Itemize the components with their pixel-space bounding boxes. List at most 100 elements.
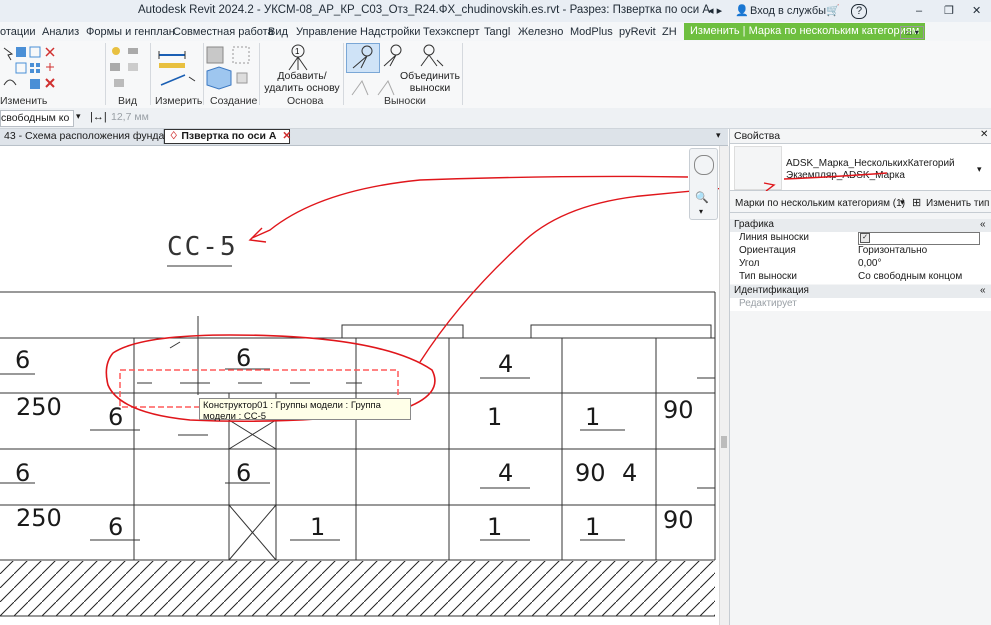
close-button[interactable]: ✕ [972, 2, 981, 20]
section-view-icon: ♢ [169, 130, 179, 142]
leader-disabled-icons [351, 79, 395, 96]
section-title[interactable]: СС-5 [167, 232, 238, 262]
tag-label[interactable]: 6 [236, 344, 251, 372]
tab-zhelezno[interactable]: Железно [518, 24, 563, 40]
tag-label[interactable]: 6 [15, 346, 30, 374]
tag-label[interactable]: 4 [498, 350, 513, 378]
group-identity[interactable]: Идентификация « [730, 285, 991, 298]
tag-label[interactable]: 90 [575, 459, 606, 487]
tab-collaborate[interactable]: Совместная работа [173, 24, 274, 40]
tab-modplus[interactable]: ModPlus [570, 24, 613, 40]
close-icon[interactable]: ✕ [980, 129, 988, 140]
vertical-scrollbar[interactable] [719, 146, 729, 625]
hover-tooltip: Конструктор01 : Группы модели : Группа м… [199, 398, 411, 422]
leader-length-field[interactable]: 12,7 мм [111, 111, 149, 123]
tag-label[interactable]: 250 [16, 504, 62, 532]
ribbon: Изменить Вид Измерить Создание 1 Добавит… [0, 41, 991, 109]
group-label: Графика [734, 219, 774, 230]
tab-annotate[interactable]: отации [0, 24, 36, 40]
help-button[interactable]: ? [851, 4, 867, 19]
chevron-down-icon[interactable]: ▾ [900, 197, 905, 208]
property-row: Тип выноски Со свободным концом [730, 271, 991, 284]
tag-label[interactable]: 4 [622, 459, 637, 487]
tab-analysis[interactable]: Анализ [42, 24, 79, 40]
measure-tools-icon[interactable] [155, 45, 201, 91]
add-remove-host-icon[interactable]: 1 [283, 44, 313, 72]
separator [462, 43, 463, 105]
user-icon[interactable]: 👤 [735, 2, 749, 20]
leader-line-checkbox[interactable]: ✓ [860, 233, 870, 243]
tag-label[interactable]: 1 [487, 513, 502, 541]
view-tab-bar: 43 - Схема расположения фундам... ♢ Пзве… [0, 129, 728, 146]
group-graphics[interactable]: Графика « [730, 219, 991, 232]
tab-pyrevit[interactable]: pyRevit [619, 24, 656, 40]
instance-selector-bar: Марки по нескольким категориям (1) ▾ ⊞ И… [730, 195, 991, 213]
minimize-button[interactable]: – [916, 2, 922, 20]
tag-label[interactable]: 6 [108, 403, 123, 431]
restore-button[interactable]: ❐ [944, 2, 954, 20]
chevron-down-icon[interactable]: ▾ [76, 111, 81, 122]
merge-leaders-icon[interactable] [415, 44, 445, 70]
drawing-canvas[interactable]: СС-5 6 6 4 250 6 1 1 90 6 6 4 90 4 250 6… [0, 146, 719, 625]
property-key: Редактирует [739, 298, 797, 309]
view-tab-foundation-plan[interactable]: 43 - Схема расположения фундам... [0, 129, 180, 144]
add-remove-host-button[interactable]: Добавить/удалить основу [262, 70, 342, 94]
navigation-bar: 🔍 ▾ [689, 148, 718, 220]
leader-type-dropdown[interactable]: свободным ко [0, 110, 74, 127]
cart-icon[interactable]: 🛒 [826, 2, 840, 20]
chevron-down-icon[interactable]: ▾ [977, 164, 982, 175]
edit-type-button[interactable]: Изменить тип [926, 198, 989, 209]
tab-modify-multicategory-tag[interactable]: Изменить | Марка по нескольким категория… [684, 23, 926, 40]
property-key: Ориентация [739, 245, 796, 256]
panel-label-measure: Измерить [155, 95, 203, 107]
chevron-down-icon[interactable]: ▾ [699, 207, 703, 216]
tag-label[interactable]: 90 [663, 396, 694, 424]
tab-massing[interactable]: Формы и генплан [86, 24, 175, 40]
tag-label[interactable]: 250 [16, 393, 62, 421]
leader-tool-active-button[interactable] [346, 43, 380, 73]
create-tools-icon[interactable] [203, 45, 257, 91]
modify-tools-icon[interactable] [2, 45, 72, 93]
zoom-icon[interactable]: 🔍 [695, 191, 709, 204]
property-row: Редактирует [730, 298, 991, 311]
scrollbar-thumb[interactable] [721, 436, 727, 448]
properties-panel: Свойства ✕ ADSK_Марка_НесколькихКатегори… [729, 129, 991, 625]
tab-tangl[interactable]: Tangl [484, 24, 510, 40]
panel-label-leaders: Выноски [384, 95, 426, 107]
collapse-icon[interactable]: « [980, 285, 986, 296]
separator [343, 43, 344, 105]
ribbon-toggle-icon[interactable]: ▭ ▾ [900, 26, 924, 39]
tab-addins[interactable]: Надстройки [360, 24, 420, 40]
property-value[interactable]: Горизонтально [858, 245, 927, 256]
tab-manage[interactable]: Управление [296, 24, 357, 40]
tag-label[interactable]: 6 [236, 459, 251, 487]
panel-label-view: Вид [118, 95, 137, 107]
leader-line-field[interactable]: ✓ [858, 232, 980, 245]
tag-label[interactable]: 1 [487, 403, 502, 431]
tab-techexpert[interactable]: Техэксперт [423, 24, 480, 40]
separator [150, 43, 151, 105]
steering-wheel-icon[interactable] [694, 155, 714, 175]
merge-leaders-button[interactable]: Объединить выноски [400, 70, 460, 94]
tab-menu-icon[interactable]: ▾ [716, 130, 721, 141]
property-value[interactable]: 0,00° [858, 258, 881, 269]
tab-view[interactable]: Вид [268, 24, 288, 40]
property-value[interactable]: Со свободным концом [858, 271, 962, 282]
tag-label[interactable]: 1 [585, 513, 600, 541]
view-tab-section-a[interactable]: ♢ Пзвертка по оси А ✕ [164, 129, 291, 144]
tag-label[interactable]: 6 [108, 513, 123, 541]
tag-label[interactable]: 1 [585, 403, 600, 431]
leader-tool-icon[interactable] [380, 44, 406, 70]
tag-label[interactable]: 4 [498, 459, 513, 487]
instance-filter-dropdown[interactable]: Марки по нескольким категориям (1) [735, 198, 905, 209]
tag-label[interactable]: 1 [310, 513, 325, 541]
back-forward-icon[interactable]: ◂ ▸ [708, 2, 722, 20]
tag-label[interactable]: 6 [15, 459, 30, 487]
collapse-icon[interactable]: « [980, 219, 986, 230]
sign-in-button[interactable]: Вход в службы [750, 2, 826, 20]
edit-type-icon: ⊞ [912, 197, 922, 209]
close-tab-icon[interactable]: ✕ [282, 130, 291, 142]
tag-label[interactable]: 90 [663, 506, 694, 534]
tab-zh[interactable]: ZH [662, 24, 677, 40]
view-tools-icon[interactable] [108, 45, 144, 91]
